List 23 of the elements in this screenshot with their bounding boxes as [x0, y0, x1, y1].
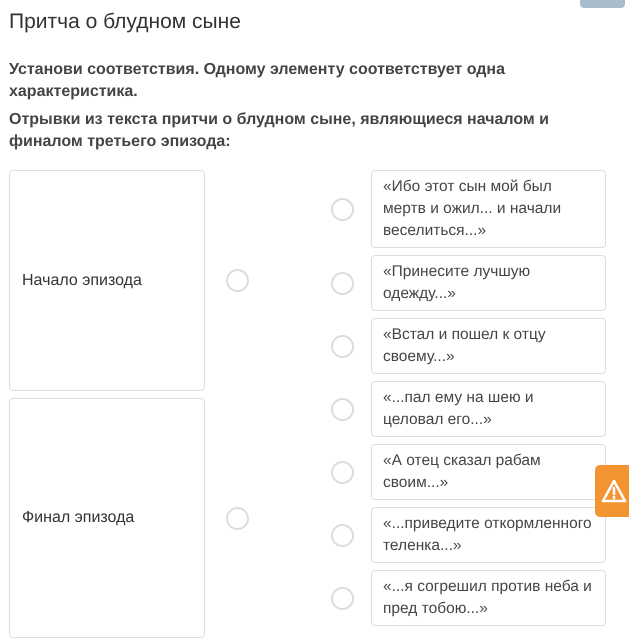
- radio-button[interactable]: [226, 269, 248, 292]
- radio-button[interactable]: [331, 524, 354, 546]
- radio-button[interactable]: [331, 198, 354, 220]
- match-option[interactable]: «...приведите откормленного теленка...»: [371, 507, 606, 563]
- match-option[interactable]: «...я согрешил против неба и пред тобою...»: [371, 570, 606, 626]
- match-item: Начало эпизода: [9, 170, 205, 391]
- page-title: Притча о блудном сыне: [9, 9, 242, 35]
- radio-button[interactable]: [226, 506, 248, 530]
- radio-button[interactable]: [331, 460, 354, 484]
- radio-button[interactable]: [331, 398, 354, 420]
- match-option[interactable]: «Встал и пошел к отцу своему...»: [371, 318, 606, 374]
- radio-button[interactable]: [331, 334, 354, 358]
- instruction-text: Отрывки из текста притчи о блудном сыне, являющиеся началом и финалом третьего эпизода:: [9, 110, 550, 152]
- toolbar-button[interactable]: [580, 0, 625, 8]
- warning-icon: [601, 479, 627, 503]
- radio-button[interactable]: [331, 586, 354, 610]
- match-option[interactable]: «Ибо этот сын мой был мертв и ожил... и начали веселиться...»: [371, 170, 606, 248]
- match-option[interactable]: «...пал ему на шею и целовал его...»: [371, 381, 606, 437]
- radio-button[interactable]: [331, 272, 354, 294]
- warning-button[interactable]: [595, 465, 629, 517]
- match-option[interactable]: «Принесите лучшую одежду...»: [371, 255, 606, 311]
- instruction-text: Установи соответствия. Одному элементу соответствует одна характеристика.: [9, 60, 506, 102]
- match-item: Финал эпизода: [9, 398, 205, 638]
